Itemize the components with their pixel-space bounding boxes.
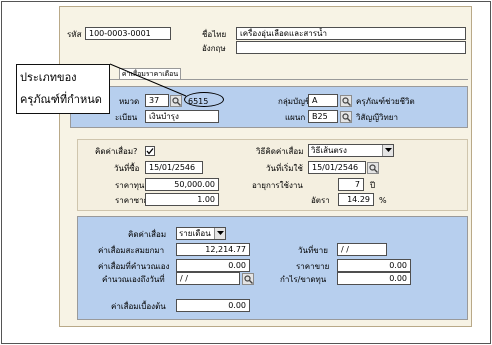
eng-name-label: อังกฤษ xyxy=(202,44,226,53)
search-icon xyxy=(369,164,378,173)
salvage-field[interactable]: 1.00 xyxy=(145,193,219,206)
profit-label: กำไร/ขาดทุน xyxy=(280,275,327,284)
account-label: กลุ่มบัญชี xyxy=(278,97,311,106)
start-date-picker-button[interactable] xyxy=(367,162,379,174)
period-value: รายเดือน xyxy=(179,229,211,238)
search-icon xyxy=(244,275,253,284)
thai-name-label: ชื่อไทย xyxy=(202,30,227,39)
budget-label: ะเบียน xyxy=(115,113,138,122)
rate-label: อัตรา xyxy=(311,196,330,205)
period-label: คิดค่าเสื่อม xyxy=(128,230,167,239)
code-label: รหัส xyxy=(67,30,82,39)
thai-name-field[interactable]: เครื่องอุ่นเลือดและสารน้ำ xyxy=(236,27,466,40)
account-field[interactable]: A xyxy=(308,94,338,107)
calc-depreciation-label: คิดค่าเสื่อม? xyxy=(95,147,138,156)
sale-price-label: ราคาขาย xyxy=(296,262,330,271)
callout-arrow-line xyxy=(109,63,187,97)
buy-date-field[interactable]: 15/01/2546 xyxy=(145,161,203,174)
sale-date-label: วันที่ขาย xyxy=(298,246,328,255)
sale-price-field[interactable]: 0.00 xyxy=(337,259,411,272)
method-label: วิธีคิดค่าเสื่อม xyxy=(256,147,304,156)
buy-date-label: วันที่ซื้อ xyxy=(114,164,140,173)
begin-dep-label: ค่าเสื่อมเบื้องต้น xyxy=(111,302,166,311)
calc-until-picker-button[interactable] xyxy=(242,273,254,285)
profit-field[interactable]: 0.00 xyxy=(337,272,411,285)
calc-until-label: คำนวณเองถึงวันที่ xyxy=(102,275,165,284)
eng-name-field[interactable] xyxy=(236,41,466,54)
chevron-down-icon xyxy=(382,145,393,156)
life-field[interactable]: 7 xyxy=(338,178,364,191)
chevron-down-icon xyxy=(214,228,225,239)
start-date-label: วันที่เริ่มใช้ xyxy=(266,164,303,173)
calc-depreciation-checkbox[interactable] xyxy=(145,146,155,156)
accum-label: ค่าเสื่อมสะสมยกมา xyxy=(98,246,165,255)
method-dropdown[interactable]: วิธีเส้นตรง xyxy=(308,144,394,157)
dept-desc: วิสัญญีวิทยา xyxy=(356,113,398,122)
calc-until-field[interactable]: / / xyxy=(176,272,240,285)
life-unit: ปี xyxy=(370,181,376,190)
salvage-label: ราคาซาก xyxy=(115,196,149,205)
begin-dep-field[interactable]: 0.00 xyxy=(176,299,250,312)
life-label: อายุการใช้งาน xyxy=(252,181,303,190)
account-desc: ครุภัณฑ์ช่วยชีวิต xyxy=(356,97,415,106)
search-icon xyxy=(342,97,351,106)
dept-label: แผนก xyxy=(285,113,306,122)
cost-field[interactable]: 50,000.00 xyxy=(145,178,219,191)
code-field[interactable]: 100-0003-0001 xyxy=(85,27,171,40)
period-dropdown[interactable]: รายเดือน xyxy=(176,227,226,240)
calc-dep-label: ค่าเสื่อมที่คำนวณเอง xyxy=(98,262,170,271)
dept-field[interactable]: B25 xyxy=(308,110,338,123)
start-date-field[interactable]: 15/01/2546 xyxy=(308,161,366,174)
dept-lookup-button[interactable] xyxy=(340,111,352,123)
cost-label: ราคาทุน xyxy=(115,181,145,190)
sale-date-field[interactable]: / / xyxy=(337,243,387,256)
checkmark-icon xyxy=(146,148,154,155)
rate-field[interactable]: 14.29 xyxy=(338,193,374,206)
calc-dep-field[interactable]: 0.00 xyxy=(176,259,250,272)
rate-unit: % xyxy=(379,196,387,205)
search-icon xyxy=(342,113,351,122)
highlight-ellipse xyxy=(184,92,224,107)
method-value: วิธีเส้นตรง xyxy=(311,146,347,155)
budget-field[interactable]: เงินบำรุง xyxy=(145,110,219,123)
accum-field[interactable]: 12,214.77 xyxy=(176,243,250,256)
account-lookup-button[interactable] xyxy=(340,95,352,107)
